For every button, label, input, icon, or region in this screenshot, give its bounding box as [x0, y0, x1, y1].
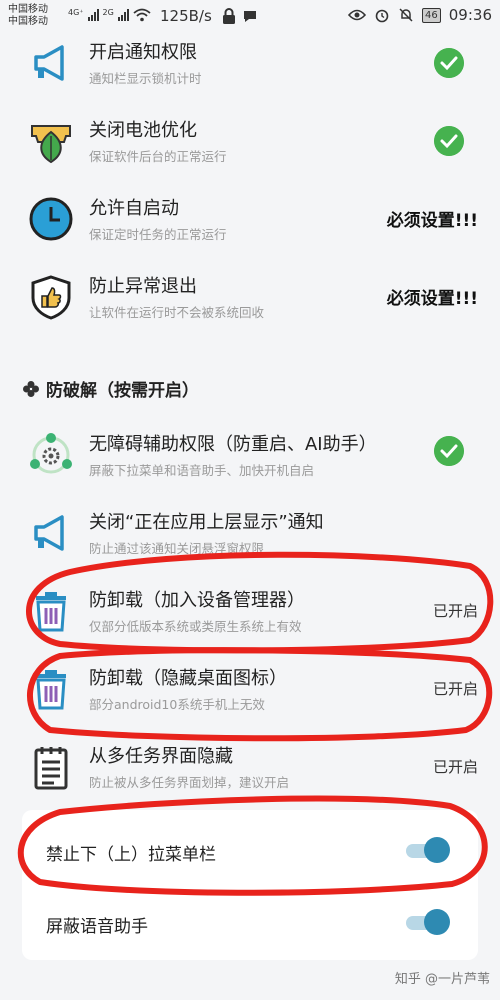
watermark: 知乎 @一片芦苇: [394, 972, 490, 987]
row-subtitle: 部分android10系统手机上无效: [89, 697, 265, 712]
row-subtitle: 让软件在运行时不会被系统回收: [89, 305, 265, 320]
battery-icon: 46: [422, 7, 441, 23]
alarm-icon: [375, 9, 389, 23]
carrier-2: 中国移动: [8, 16, 48, 27]
enabled-label: 已开启: [432, 680, 478, 698]
signal-icon: [87, 9, 99, 21]
must-set-label: 必须设置!!!: [386, 211, 478, 231]
row-title: 防止异常退出: [89, 276, 197, 297]
signal-group: 4G⁺ 2G: [68, 8, 151, 22]
anticrack-row-accessibility[interactable]: 无障碍辅助权限（防重启、AI助手） 屏蔽下拉菜单和语音助手、加快开机自启: [0, 420, 500, 498]
toggle-label: 屏蔽语音助手: [46, 917, 148, 937]
anticrack-row-hide-icon[interactable]: 防卸载（隐藏桌面图标） 部分android10系统手机上无效 已开启: [0, 654, 500, 732]
mute-icon: [399, 8, 413, 22]
network-speed: 125B/s: [160, 7, 212, 25]
permission-row-notification[interactable]: 开启通知权限 通知栏显示锁机计时: [0, 28, 500, 106]
row-subtitle: 屏蔽下拉菜单和语音助手、加快开机自启: [89, 463, 315, 478]
section-title: 防破解（按需开启）: [46, 381, 199, 401]
clock-icon: [29, 197, 73, 241]
anticrack-row-overlay-notify[interactable]: 关闭“正在应用上层显示”通知 防止通过该通知关闭悬浮窗权限: [0, 498, 500, 576]
row-title: 防卸载（加入设备管理器）: [89, 590, 305, 611]
anticrack-row-hide-recents[interactable]: 从多任务界面隐藏 防止被从多任务界面划掉，建议开启 已开启: [0, 732, 500, 810]
toggle-label: 禁止下（上）拉菜单栏: [46, 845, 216, 865]
row-subtitle: 通知栏显示锁机计时: [89, 71, 202, 86]
toggle-row-pulldown[interactable]: 禁止下（上）拉菜单栏: [22, 814, 478, 888]
row-title: 从多任务界面隐藏: [89, 746, 233, 767]
net-type-2: 2G: [102, 7, 114, 17]
row-subtitle: 防止被从多任务界面划掉，建议开启: [89, 775, 290, 790]
shield-thumb-icon: [31, 275, 71, 320]
row-subtitle: 保证软件后台的正常运行: [89, 149, 227, 164]
net-type-1: 4G⁺: [68, 7, 84, 17]
leaf-battery-icon: [31, 125, 71, 164]
signal-icon: [117, 9, 129, 21]
row-title: 防卸载（隐藏桌面图标）: [89, 668, 287, 689]
section-header: 防破解（按需开启）: [22, 376, 199, 401]
clover-icon: [23, 380, 39, 397]
notepad-icon: [34, 747, 68, 790]
status-icons: [222, 8, 258, 24]
check-icon: [434, 48, 464, 78]
permission-row-autostart[interactable]: 允许自启动 保证定时任务的正常运行 必须设置!!!: [0, 184, 500, 262]
pulldown-toggle[interactable]: [406, 837, 450, 863]
toggle-card: 禁止下（上）拉菜单栏 屏蔽语音助手: [22, 810, 478, 960]
must-set-label: 必须设置!!!: [386, 289, 478, 309]
eye-icon: [348, 9, 367, 21]
row-title: 关闭“正在应用上层显示”通知: [89, 512, 324, 533]
megaphone-icon: [34, 45, 64, 81]
row-subtitle: 保证定时任务的正常运行: [89, 227, 227, 242]
enabled-label: 已开启: [432, 758, 478, 776]
row-title: 无障碍辅助权限（防重启、AI助手）: [89, 434, 377, 455]
carrier-info: 中国移动 中国移动: [8, 4, 48, 28]
row-title: 允许自启动: [89, 198, 179, 219]
check-icon: [434, 436, 464, 466]
lock-icon: [223, 8, 235, 24]
toggle-row-voice[interactable]: 屏蔽语音助手: [22, 886, 478, 960]
row-subtitle: 仅部分低版本系统或类原生系统上有效: [89, 619, 302, 634]
permission-row-prevent-exit[interactable]: 防止异常退出 让软件在运行时不会被系统回收 必须设置!!!: [0, 262, 500, 340]
clock-time: 09:36: [448, 6, 492, 24]
row-title: 关闭电池优化: [89, 120, 197, 141]
carrier-1: 中国移动: [8, 4, 48, 15]
trash-icon: [36, 592, 66, 632]
row-title: 开启通知权限: [89, 42, 197, 63]
permission-row-battery[interactable]: 关闭电池优化 保证软件后台的正常运行: [0, 106, 500, 184]
accessibility-gear-icon: [30, 433, 72, 474]
wifi-icon: [133, 8, 151, 22]
check-icon: [434, 126, 464, 156]
status-right: 46 09:36: [348, 6, 492, 24]
row-subtitle: 防止通过该通知关闭悬浮窗权限: [89, 541, 265, 556]
chat-icon: [244, 11, 256, 22]
megaphone-icon: [34, 515, 64, 551]
enabled-label: 已开启: [432, 602, 478, 620]
anticrack-row-device-admin[interactable]: 防卸载（加入设备管理器） 仅部分低版本系统或类原生系统上有效 已开启: [0, 576, 500, 654]
trash-icon: [36, 670, 66, 710]
voice-assistant-toggle[interactable]: [406, 909, 450, 935]
